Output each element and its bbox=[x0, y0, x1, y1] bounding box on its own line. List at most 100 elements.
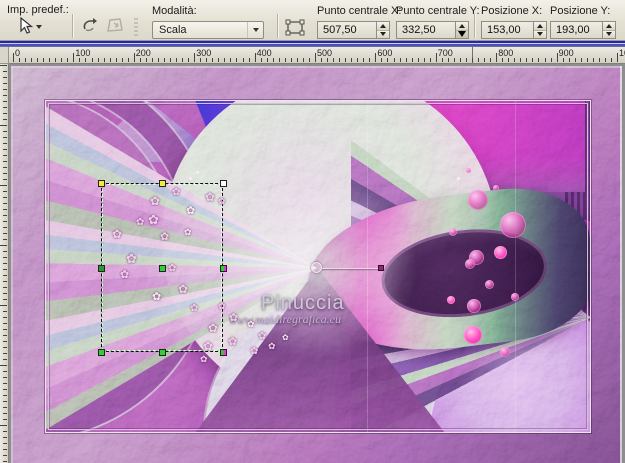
ruler-tick bbox=[3, 371, 7, 372]
ruler-tick bbox=[0, 365, 7, 366]
ruler-tick bbox=[19, 58, 21, 62]
spin-up-button[interactable] bbox=[534, 22, 546, 30]
ruler-tick bbox=[0, 425, 7, 426]
position-y-value[interactable]: 193,00 bbox=[550, 21, 602, 39]
ruler-tick bbox=[3, 449, 7, 450]
perspective-icon bbox=[106, 17, 124, 36]
ruler-tick bbox=[538, 58, 540, 62]
spin-down-button[interactable] bbox=[456, 29, 468, 38]
spin-down-button[interactable] bbox=[603, 29, 615, 38]
center-x-spinbox: 507,50 bbox=[317, 21, 390, 39]
ruler-tick bbox=[345, 58, 347, 62]
artwork[interactable]: Pinuccia www.maidiregrafica.eu ✿ ✿ ✿ ✿ ✿ ✿ ✿ ✿ ✿… bbox=[11, 66, 622, 463]
ruler-tick bbox=[164, 58, 165, 62]
ruler-tick bbox=[472, 58, 474, 62]
selection-handle-bottom-right[interactable] bbox=[220, 349, 227, 356]
ruler-tick bbox=[478, 58, 480, 62]
ruler-tick bbox=[417, 58, 419, 62]
preset-dropdown-button[interactable] bbox=[11, 15, 47, 39]
flower-blossom: ✿ bbox=[282, 333, 289, 342]
ruler-tick bbox=[3, 227, 7, 228]
flower-blossom: ✿ bbox=[258, 331, 267, 342]
ruler-tick bbox=[3, 233, 7, 234]
ruler-label: 300 bbox=[196, 48, 212, 58]
bubble bbox=[493, 185, 499, 191]
position-x-label: Posizione X: bbox=[481, 5, 543, 17]
selection-handle-mid-right[interactable] bbox=[220, 265, 227, 272]
ruler-tick bbox=[200, 58, 202, 62]
ruler-tick bbox=[435, 53, 437, 62]
ruler-tick bbox=[3, 461, 7, 462]
flower-blossom: ✿ bbox=[205, 190, 216, 204]
ruler-tick bbox=[3, 419, 7, 420]
ruler-tick bbox=[97, 58, 99, 62]
center-point-button[interactable] bbox=[283, 17, 306, 40]
ruler-tick bbox=[284, 58, 286, 62]
ruler-tick bbox=[3, 311, 7, 312]
flower-blossom: ✿ bbox=[150, 194, 161, 208]
spin-up-button[interactable] bbox=[456, 22, 468, 30]
ruler-tick bbox=[212, 58, 214, 62]
position-x-value[interactable]: 153,00 bbox=[481, 21, 533, 39]
ruler-tick bbox=[453, 58, 455, 62]
flower-blossom: ✿ bbox=[112, 227, 123, 241]
ruler-tick bbox=[3, 197, 7, 198]
spin-up-button[interactable] bbox=[603, 22, 615, 30]
selection-handle-top-left[interactable] bbox=[98, 180, 105, 187]
ruler-tick bbox=[562, 58, 564, 62]
ruler-tick bbox=[496, 53, 498, 62]
selection-handle-mid-center[interactable] bbox=[159, 265, 166, 272]
ruler-tick bbox=[598, 58, 600, 62]
selection-handle-top-right[interactable] bbox=[220, 180, 227, 187]
vertical-ruler[interactable] bbox=[0, 64, 9, 463]
toolbar-separator bbox=[474, 14, 475, 38]
reset-rectangle-button[interactable] bbox=[79, 15, 102, 38]
ruler-label: 0 bbox=[15, 48, 21, 58]
ruler-tick bbox=[3, 215, 7, 216]
reset-rectangle-icon bbox=[82, 17, 100, 36]
ruler-tick bbox=[315, 53, 316, 62]
ruler-tick bbox=[103, 58, 105, 62]
ruler-tick bbox=[357, 58, 359, 62]
canvas-viewport[interactable]: Pinuccia www.maidiregrafica.eu ✿ ✿ ✿ ✿ ✿ ✿ ✿ ✿ ✿… bbox=[9, 64, 625, 463]
selection-handle-mid-left[interactable] bbox=[98, 265, 105, 272]
ruler-tick bbox=[296, 58, 298, 62]
flower-blossom: ✿ bbox=[208, 321, 219, 335]
ruler-tick bbox=[13, 53, 14, 62]
toolbar-grip[interactable] bbox=[134, 18, 138, 37]
flower-blossom: ✿ bbox=[184, 227, 192, 237]
ruler-tick bbox=[3, 317, 7, 318]
ruler-tick bbox=[109, 58, 111, 62]
ruler-tick bbox=[3, 347, 7, 348]
center-x-value[interactable]: 507,50 bbox=[317, 21, 376, 39]
horizontal-ruler[interactable]: 0 100 200 300 400 500 600 700 800 900 1000 bbox=[9, 47, 625, 64]
ruler-label: 900 bbox=[558, 48, 574, 58]
mode-label: Modalità: bbox=[152, 5, 197, 17]
selection-handle-top-center[interactable] bbox=[159, 180, 166, 187]
perspective-button[interactable] bbox=[103, 15, 126, 38]
pivot-rotation-handle[interactable] bbox=[378, 265, 384, 271]
ruler-tick bbox=[574, 58, 576, 62]
spin-down-button[interactable] bbox=[377, 29, 389, 38]
selection-handle-bottom-center[interactable] bbox=[159, 349, 166, 356]
bubble bbox=[511, 293, 519, 301]
ruler-tick bbox=[308, 58, 310, 62]
flower-blossom: ✿ bbox=[152, 291, 162, 303]
ruler-tick bbox=[3, 377, 7, 378]
spin-down-button[interactable] bbox=[534, 29, 546, 38]
ruler-tick bbox=[3, 95, 7, 96]
flower-blossom: ✿ bbox=[247, 319, 255, 329]
ruler-tick bbox=[3, 161, 7, 162]
ruler-tick bbox=[459, 58, 461, 62]
ruler-tick bbox=[3, 143, 7, 144]
ruler-tick bbox=[3, 329, 7, 330]
arrow-up-icon bbox=[459, 23, 465, 28]
ruler-tick bbox=[321, 58, 323, 62]
combo-arrow-zone[interactable] bbox=[247, 22, 263, 38]
spin-up-button[interactable] bbox=[377, 22, 389, 30]
center-y-value[interactable]: 332,50 bbox=[396, 21, 455, 39]
ruler-tick bbox=[375, 53, 377, 62]
selection-handle-bottom-left[interactable] bbox=[98, 349, 105, 356]
pivot-center-handle[interactable] bbox=[311, 262, 322, 273]
mode-combobox[interactable]: Scala bbox=[152, 21, 264, 39]
